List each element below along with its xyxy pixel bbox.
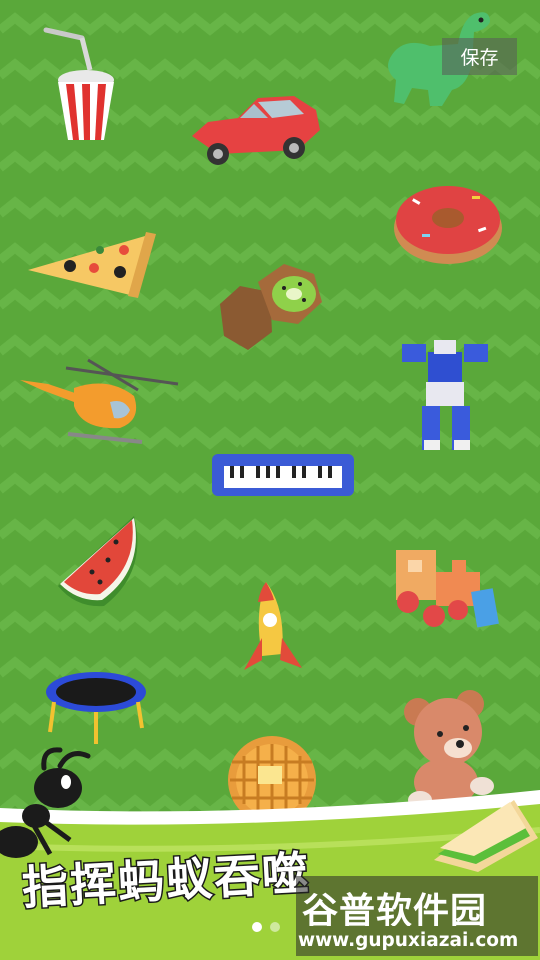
rocket-icon[interactable] bbox=[240, 578, 304, 682]
robot-icon[interactable] bbox=[398, 336, 494, 456]
save-button[interactable]: 保存 bbox=[442, 38, 517, 75]
pagination-dot-1[interactable] bbox=[252, 922, 262, 932]
keyboard-icon[interactable] bbox=[210, 452, 356, 500]
kiwi-fruit-icon[interactable] bbox=[214, 262, 326, 354]
watermelon-slice-icon[interactable] bbox=[52, 512, 144, 612]
pizza-slice-icon[interactable] bbox=[24, 228, 158, 300]
red-car-icon[interactable] bbox=[188, 92, 324, 174]
toy-train-icon[interactable] bbox=[390, 542, 500, 634]
soda-cup-icon[interactable] bbox=[36, 24, 126, 146]
pagination-dot-2[interactable] bbox=[270, 922, 280, 932]
watermark-brand: 谷普软件园 bbox=[302, 891, 488, 926]
helicopter-icon[interactable] bbox=[18, 350, 180, 448]
donut-icon[interactable] bbox=[392, 174, 504, 266]
ant-mascot-icon bbox=[0, 744, 112, 860]
trampoline-icon[interactable] bbox=[44, 670, 148, 746]
watermark-url: www.gupuxiazai.com bbox=[298, 930, 519, 951]
